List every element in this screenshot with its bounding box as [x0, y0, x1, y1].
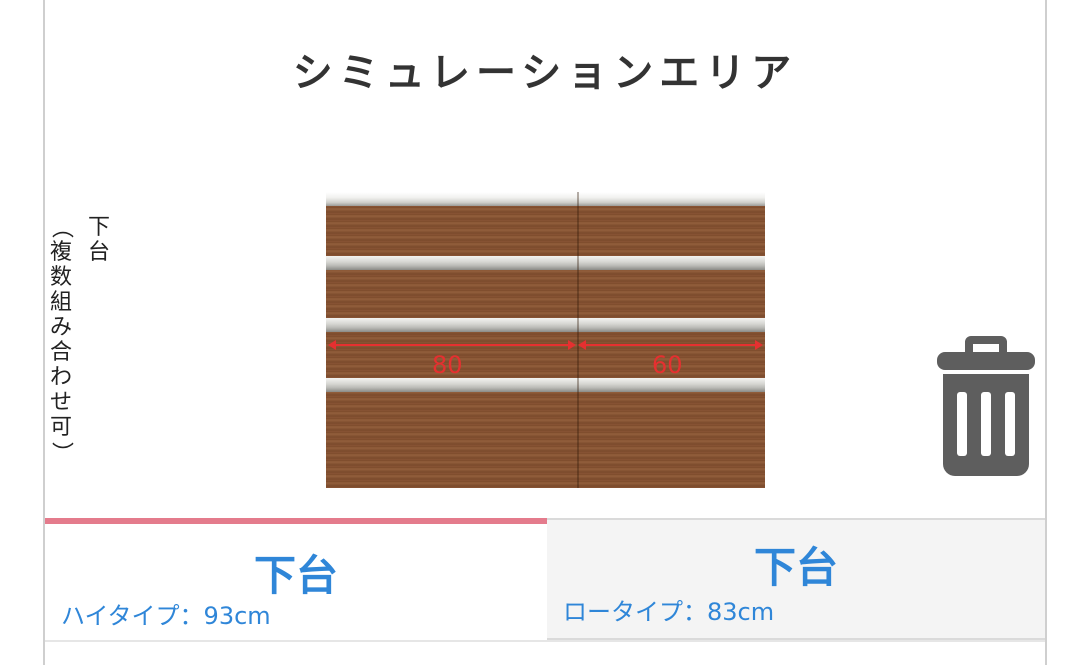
tab-title: 下台 [753, 543, 838, 592]
side-label-char: 下 [88, 215, 111, 240]
drawer-rail [326, 378, 765, 392]
side-label-main: 下 台 [88, 215, 110, 265]
top-rail [326, 192, 765, 206]
type-tabs: 下台 ハイタイプ：93cm 下台 ロータイプ：83cm [45, 518, 1045, 640]
tab-subtitle: ハイタイプ：93cm [61, 602, 271, 630]
drawer-rail [326, 256, 765, 270]
side-label-char: み [50, 315, 73, 340]
tab-high-type[interactable]: 下台 ハイタイプ：93cm [45, 518, 547, 640]
width-dimension-right [578, 340, 763, 350]
side-label-char: 複 [50, 240, 73, 265]
drawer-1 [326, 206, 765, 256]
area-title: シミュレーションエリア [292, 50, 798, 96]
side-label-char: 合 [50, 340, 73, 365]
side-label-char: 数 [50, 265, 73, 290]
panel-bottom-divider [45, 640, 1045, 642]
cabinet-preview: 80 60 [326, 192, 765, 488]
drawer-3 [326, 332, 765, 378]
tab-subtitle: ロータイプ：83cm [563, 598, 775, 626]
tab-low-type[interactable]: 下台 ロータイプ：83cm [547, 518, 1045, 640]
width-label-right: 60 [652, 351, 683, 379]
side-label-char: 可 [50, 415, 73, 440]
drawer-2 [326, 270, 765, 318]
side-label-char: せ [50, 390, 73, 415]
tab-title: 下台 [253, 551, 338, 600]
width-label-left: 80 [432, 351, 463, 379]
side-label-sub: （ 複 数 組 み 合 わ せ 可 ） [48, 215, 74, 465]
width-dimension-left [328, 340, 576, 350]
side-label-char: 台 [88, 240, 111, 265]
side-label-char: 組 [50, 290, 73, 315]
trash-icon[interactable] [937, 334, 1035, 476]
side-label-char: ） [48, 441, 74, 464]
side-label-char: （ [48, 216, 74, 239]
drawer-4 [326, 392, 765, 488]
drawer-rail [326, 318, 765, 332]
side-label-char: わ [50, 365, 73, 390]
